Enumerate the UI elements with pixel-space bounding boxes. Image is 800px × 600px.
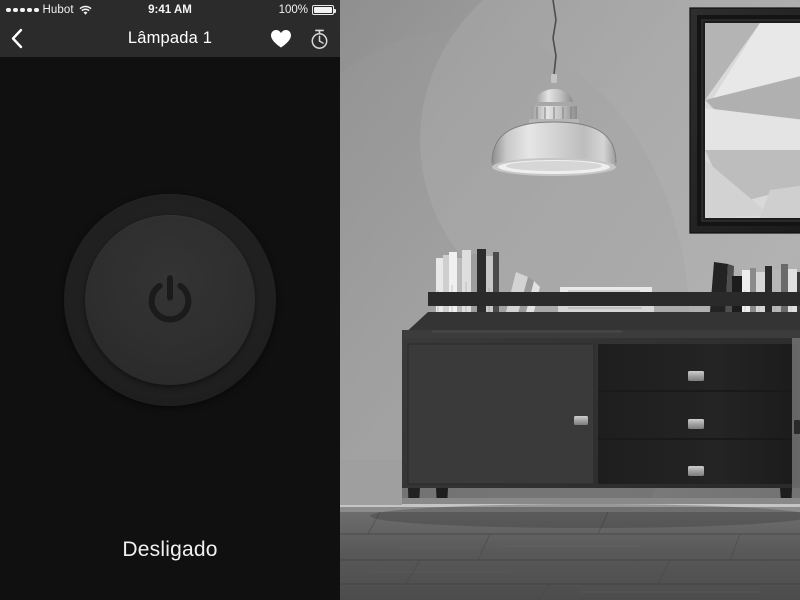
status-bar-left: Hubot bbox=[6, 4, 92, 16]
signal-strength-icon bbox=[6, 7, 39, 13]
room-photo bbox=[340, 0, 800, 600]
smart-home-app-panel: Hubot 9:41 AM 100% Lâmpada 1 Desligado bbox=[0, 0, 340, 600]
status-bar-right: 100% bbox=[278, 4, 336, 16]
drawer-top bbox=[598, 344, 798, 390]
favorite-button[interactable] bbox=[270, 28, 292, 50]
power-toggle-button[interactable] bbox=[64, 194, 276, 406]
status-bar: Hubot 9:41 AM 100% bbox=[0, 0, 340, 20]
framed-artwork bbox=[689, 7, 800, 234]
power-inner-disc bbox=[85, 215, 255, 385]
wifi-icon bbox=[79, 5, 92, 16]
stopwatch-icon bbox=[311, 29, 327, 49]
carrier-label: Hubot bbox=[42, 4, 74, 16]
chevron-left-icon bbox=[11, 28, 23, 49]
heart-icon bbox=[271, 29, 291, 47]
navigation-bar: Lâmpada 1 bbox=[0, 20, 340, 57]
drawer-middle bbox=[598, 392, 798, 438]
screen: Hubot 9:41 AM 100% Lâmpada 1 Desligado bbox=[0, 0, 800, 600]
drawer-handle-top bbox=[688, 371, 704, 381]
battery-percent-label: 100% bbox=[278, 4, 308, 16]
door-handle bbox=[574, 416, 588, 425]
device-control-body: Desligado bbox=[0, 57, 340, 600]
drawer-handle-middle bbox=[688, 419, 704, 429]
cabinet-door bbox=[408, 344, 594, 484]
drawer-handle-bottom bbox=[688, 466, 704, 476]
power-state-label: Desligado bbox=[122, 538, 218, 561]
back-button[interactable] bbox=[10, 24, 36, 54]
battery-icon bbox=[312, 5, 336, 15]
navigation-actions bbox=[270, 28, 330, 50]
drawer-bottom bbox=[598, 440, 798, 484]
timer-button[interactable] bbox=[308, 28, 330, 50]
power-icon bbox=[148, 275, 192, 323]
room-photo-illustration bbox=[340, 0, 800, 600]
